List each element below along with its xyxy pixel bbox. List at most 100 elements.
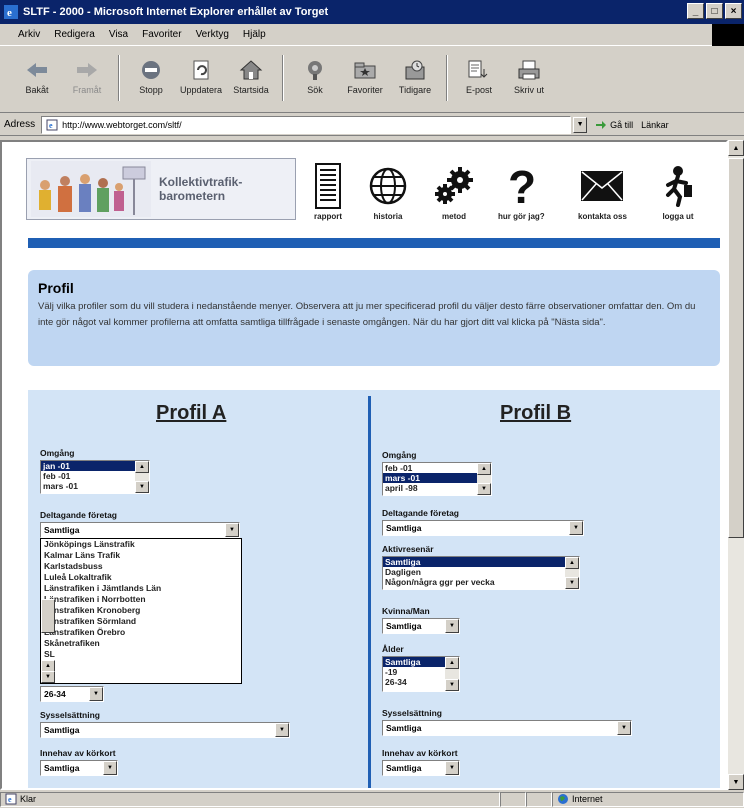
gears-icon (435, 167, 473, 204)
links-toolbar[interactable]: Länkar (641, 120, 669, 130)
profile-b-alder-list[interactable]: Samtliga -19 26-34 ▲ ▼ (382, 656, 460, 692)
list-item[interactable]: Karlstadsbuss (41, 561, 241, 572)
refresh-button[interactable]: Uppdatera (176, 55, 226, 95)
dropdown-scrollbar[interactable]: ▲ ▼ (41, 599, 241, 683)
profile-divider (368, 396, 371, 788)
list-item[interactable]: Länstrafiken i Norrbotten (41, 594, 241, 605)
search-button[interactable]: Sök (290, 55, 340, 95)
list-item[interactable]: april -98 (383, 483, 491, 493)
list-item[interactable]: Länstrafiken Kronoberg (41, 605, 241, 616)
mail-button[interactable]: E-post (454, 55, 504, 95)
profile-b-kvinna-select[interactable]: Samtliga ▼ (382, 618, 460, 634)
back-arrow-icon (27, 63, 47, 77)
stop-icon (142, 61, 160, 79)
profile-a-innehav-select[interactable]: Samtliga ▼ (40, 760, 118, 776)
close-button[interactable]: × (725, 3, 742, 19)
chevron-down-icon[interactable]: ▼ (445, 619, 459, 633)
list-scrollbar[interactable]: ▲ ▼ (565, 557, 579, 589)
profile-a-foretag-dropdown[interactable]: Jönköpings Länstrafik Kalmar Läns Trafik… (40, 538, 242, 684)
menu-redigera[interactable]: Redigera (54, 29, 95, 40)
favorites-button[interactable]: Favoriter (340, 55, 390, 95)
profile-a-alder-select[interactable]: 26-34 ▼ (40, 686, 104, 702)
svg-text:?: ? (508, 163, 536, 209)
profile-b-aktivitet-list[interactable]: Samtliga Dagligen Någon/några ggr per ve… (382, 556, 580, 590)
menu-bar: Arkiv Redigera Visa Favoriter Verktyg Hj… (0, 24, 744, 46)
list-item[interactable]: Länstrafiken Sörmland (41, 616, 241, 627)
scroll-down-button[interactable]: ▼ (728, 774, 744, 790)
list-scrollbar[interactable]: ▲ ▼ (445, 657, 459, 691)
profile-b-omgang-list[interactable]: feb -01 mars -01 april -98 ▲ ▼ (382, 462, 492, 496)
chevron-down-icon[interactable]: ▼ (225, 523, 239, 537)
minimize-button[interactable]: _ (687, 3, 704, 19)
profile-b-aktivitet-label: Aktivresenär (382, 544, 434, 554)
profile-a-foretag-select[interactable]: Samtliga ▼ (40, 522, 240, 538)
profile-b-innehav-select[interactable]: Samtliga ▼ (382, 760, 460, 776)
menu-favoriter[interactable]: Favoriter (142, 29, 181, 40)
list-item[interactable]: Skånetrafiken (41, 638, 241, 649)
chevron-down-icon[interactable]: ▼ (617, 721, 631, 735)
list-scrollbar[interactable]: ▲ ▼ (477, 463, 491, 495)
address-input[interactable]: e http://www.webtorget.com/sltf/ (41, 115, 572, 134)
browser-window: e SLTF - 2000 - Microsoft Internet Explo… (0, 0, 744, 808)
site-header: Kollektivtrafik- barometern rapport hist… (18, 154, 718, 234)
site-logo[interactable]: Kollektivtrafik- barometern (26, 158, 296, 220)
list-item[interactable]: Jönköpings Länstrafik (41, 539, 241, 550)
home-button[interactable]: Startsida (226, 55, 276, 95)
stop-button[interactable]: Stopp (126, 55, 176, 95)
list-item[interactable]: jan -01 (41, 461, 149, 471)
profile-b-syss-label: Sysselsättning (382, 708, 442, 718)
list-item[interactable]: mars -01 (383, 473, 491, 483)
menu-arkiv[interactable]: Arkiv (18, 29, 40, 40)
menu-visa[interactable]: Visa (109, 29, 128, 40)
list-item[interactable]: Samtliga (383, 557, 579, 567)
scroll-up-button[interactable]: ▲ (728, 140, 744, 156)
address-dropdown-button[interactable]: ▼ (573, 116, 588, 133)
list-item[interactable]: Dagligen (383, 567, 579, 577)
chevron-down-icon[interactable]: ▼ (89, 687, 103, 701)
profile-a-innehav-label: Innehav av körkort (40, 748, 116, 758)
forward-button[interactable]: Framåt (62, 55, 112, 95)
list-item[interactable]: feb -01 (383, 463, 491, 473)
back-button[interactable]: Bakåt (12, 55, 62, 95)
menu-hjalp[interactable]: Hjälp (243, 29, 266, 40)
profile-b-syss-select[interactable]: Samtliga ▼ (382, 720, 632, 736)
nav-kontakta-oss[interactable]: kontakta oss (578, 160, 627, 221)
list-item[interactable]: mars -01 (41, 481, 149, 491)
scroll-thumb[interactable] (728, 158, 744, 538)
chevron-down-icon[interactable]: ▼ (103, 761, 117, 775)
maximize-button[interactable]: □ (706, 3, 723, 19)
list-scrollbar[interactable]: ▲ ▼ (135, 461, 149, 493)
profile-a-syss-select[interactable]: Samtliga ▼ (40, 722, 290, 738)
list-item[interactable]: Länstrafiken Örebro (41, 627, 241, 638)
history-button[interactable]: Tidigare (390, 55, 440, 95)
list-item[interactable]: SL (41, 649, 241, 660)
nav-logga-ut[interactable]: logga ut (662, 160, 694, 221)
go-button[interactable]: Gå till (595, 119, 633, 131)
nav-metod[interactable]: metod (432, 160, 476, 221)
list-item[interactable]: Luleå Lokaltrafik (41, 572, 241, 583)
nav-rapport[interactable]: rapport (314, 160, 342, 221)
list-item[interactable]: feb -01 (41, 471, 149, 481)
print-button[interactable]: Skriv ut (504, 55, 554, 95)
list-item[interactable]: Länstrafiken i Jämtlands Län (41, 583, 241, 594)
report-icon (315, 163, 341, 209)
profile-a-title: Profil A (156, 402, 227, 424)
menu-verktyg[interactable]: Verktyg (196, 29, 229, 40)
chevron-down-icon[interactable]: ▼ (569, 521, 583, 535)
logout-icon (666, 166, 692, 207)
profile-b-foretag-select[interactable]: Samtliga ▼ (382, 520, 584, 536)
chevron-down-icon[interactable]: ▼ (275, 723, 289, 737)
nav-historia[interactable]: historia (368, 160, 408, 221)
list-item[interactable]: Någon/några ggr per vecka (383, 577, 579, 587)
page-scrollbar[interactable]: ▲ ▼ (728, 140, 744, 790)
page-done-icon: e (5, 793, 17, 805)
address-label: Adress (4, 119, 36, 130)
chevron-down-icon[interactable]: ▼ (445, 761, 459, 775)
profile-a-omgang-list[interactable]: jan -01 feb -01 mars -01 ▲ ▼ (40, 460, 150, 494)
window-title: SLTF - 2000 - Microsoft Internet Explore… (23, 6, 329, 18)
nav-hur-gor-jag[interactable]: ? hur gör jag? (498, 160, 545, 221)
intro-box: Profil Välj vilka profiler som du vill s… (28, 270, 720, 366)
list-item[interactable]: Kalmar Läns Trafik (41, 550, 241, 561)
forward-arrow-icon (77, 63, 97, 77)
page-content: Kollektivtrafik- barometern rapport hist… (0, 140, 728, 790)
